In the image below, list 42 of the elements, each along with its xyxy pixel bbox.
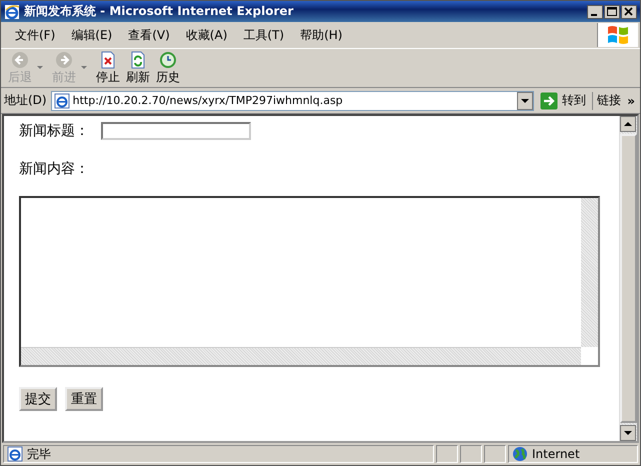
window-title: 新闻发布系统 - Microsoft Internet Explorer <box>24 3 294 20</box>
zone-text: Internet <box>532 447 580 461</box>
menu-item[interactable]: 编辑(E) <box>63 26 120 44</box>
status-panel <box>484 445 506 463</box>
status-text: 完毕 <box>27 446 51 462</box>
history-clock-icon <box>159 50 177 68</box>
content-label: 新闻内容： <box>19 160 90 178</box>
maximize-icon[interactable] <box>604 4 620 18</box>
toolbar-button[interactable]: 停止 <box>93 50 123 86</box>
menu-item[interactable]: 收藏(A) <box>178 26 236 44</box>
status-panel <box>436 445 458 463</box>
menu-item[interactable]: 工具(T) <box>235 26 292 44</box>
stop-page-icon <box>99 50 117 68</box>
more-chevron[interactable]: » <box>625 94 637 108</box>
page-scrollbar[interactable] <box>619 116 637 441</box>
menu-item[interactable]: 帮助(H) <box>292 26 350 44</box>
title-input[interactable] <box>101 122 251 140</box>
page-icon <box>54 92 70 108</box>
globe-icon <box>512 446 528 462</box>
content-text-area[interactable] <box>19 196 600 367</box>
menu-item[interactable]: 文件(F) <box>7 26 64 44</box>
browser-icon <box>4 4 20 20</box>
form-button[interactable]: 重置 <box>65 387 103 411</box>
address-field[interactable]: http://10.20.2.70/news/xyrx/TMP297iwhmnlq.asp <box>50 90 534 110</box>
scroll-down-icon[interactable] <box>620 425 636 441</box>
address-label: 地址(D) <box>4 92 47 109</box>
scroll-up-icon[interactable] <box>620 116 636 132</box>
status-panel <box>460 445 482 463</box>
horizontal-scrollbar[interactable] <box>21 347 581 365</box>
form-button[interactable]: 提交 <box>19 387 57 411</box>
title-label: 新闻标题： <box>19 122 89 140</box>
refresh-page-icon <box>129 50 147 68</box>
page-icon <box>7 446 23 462</box>
close-icon[interactable] <box>621 4 637 18</box>
flag-logo-icon <box>606 24 630 46</box>
minimize-icon[interactable] <box>587 4 603 18</box>
links-label[interactable]: 链接 <box>597 92 622 109</box>
toolbar-button[interactable]: 刷新 <box>123 50 153 86</box>
menu-item[interactable]: 查看(V) <box>120 26 178 44</box>
go-button[interactable]: 转到 <box>538 92 594 110</box>
vertical-scrollbar[interactable] <box>581 198 598 347</box>
toolbar-button[interactable]: 历史 <box>153 50 183 86</box>
